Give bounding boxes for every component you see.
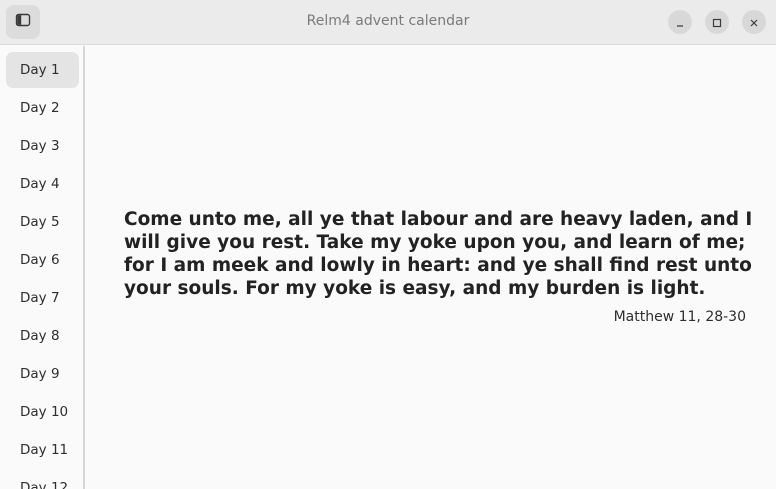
sidebar-item-day-8[interactable]: Day 8 bbox=[6, 318, 79, 354]
sidebar-item-day-2[interactable]: Day 2 bbox=[6, 90, 79, 126]
maximize-button[interactable] bbox=[705, 10, 729, 34]
sidebar-item-day-7[interactable]: Day 7 bbox=[6, 280, 79, 316]
header-bar: Relm4 advent calendar bbox=[0, 0, 776, 45]
sidebar-item-day-10[interactable]: Day 10 bbox=[6, 394, 79, 430]
maximize-icon bbox=[712, 13, 722, 32]
sidebar: Day 1 Day 2 Day 3 Day 4 Day 5 Day 6 Day … bbox=[0, 46, 85, 489]
sidebar-item-day-4[interactable]: Day 4 bbox=[6, 166, 79, 202]
sidebar-item-day-11[interactable]: Day 11 bbox=[6, 432, 79, 468]
sidebar-item-day-1[interactable]: Day 1 bbox=[6, 52, 79, 88]
close-button[interactable] bbox=[742, 10, 766, 34]
window-title: Relm4 advent calendar bbox=[306, 13, 470, 29]
quote-reference: Matthew 11, 28-30 bbox=[613, 309, 746, 325]
quote-text: Come unto me, all ye that labour and are… bbox=[124, 209, 753, 299]
sidebar-item-day-5[interactable]: Day 5 bbox=[6, 204, 79, 240]
app-window: Relm4 advent calendar Day 1 Day 2 Day 3 … bbox=[0, 0, 776, 489]
minimize-button[interactable] bbox=[668, 10, 692, 34]
minimize-icon bbox=[675, 13, 685, 32]
content-area: Come unto me, all ye that labour and are… bbox=[87, 46, 776, 489]
sidebar-item-day-3[interactable]: Day 3 bbox=[6, 128, 79, 164]
sidebar-item-day-6[interactable]: Day 6 bbox=[6, 242, 79, 278]
close-icon bbox=[749, 13, 759, 32]
sidebar-item-day-9[interactable]: Day 9 bbox=[6, 356, 79, 392]
sidebar-item-day-12[interactable]: Day 12 bbox=[6, 470, 79, 489]
